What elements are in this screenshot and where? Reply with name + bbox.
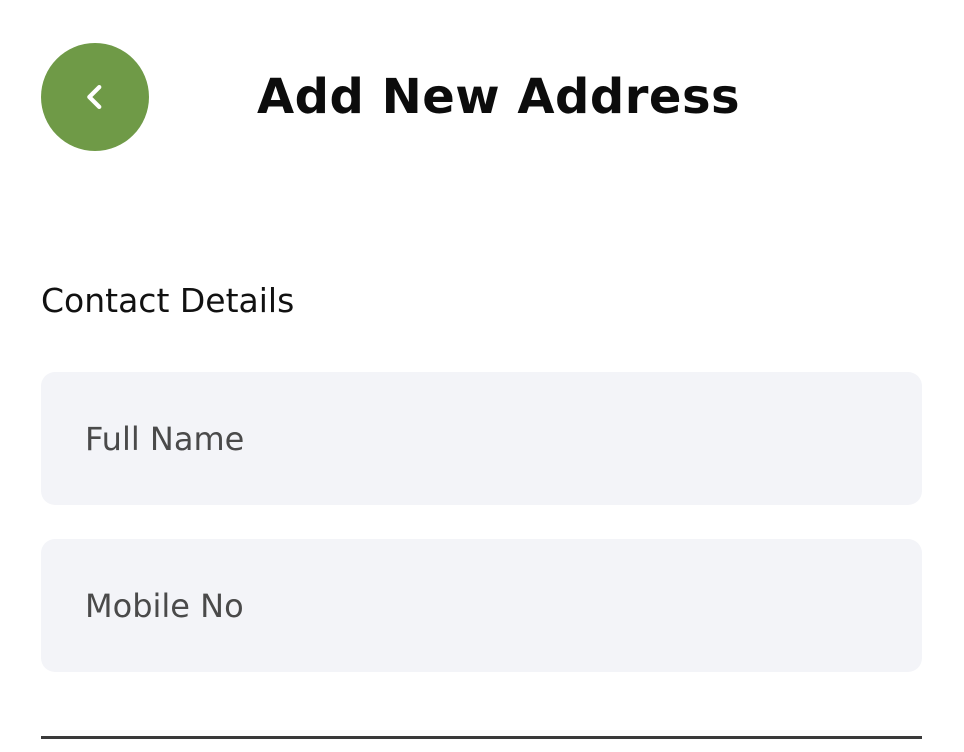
chevron-left-icon xyxy=(78,80,112,114)
mobile-number-field[interactable] xyxy=(41,539,922,672)
back-button[interactable] xyxy=(41,43,149,151)
add-address-screen: Add New Address Contact Details xyxy=(0,0,964,752)
full-name-field[interactable] xyxy=(41,372,922,505)
header: Add New Address xyxy=(0,0,964,200)
divider xyxy=(41,736,922,739)
section-heading: Contact Details xyxy=(41,281,295,320)
page-title: Add New Address xyxy=(257,69,741,125)
